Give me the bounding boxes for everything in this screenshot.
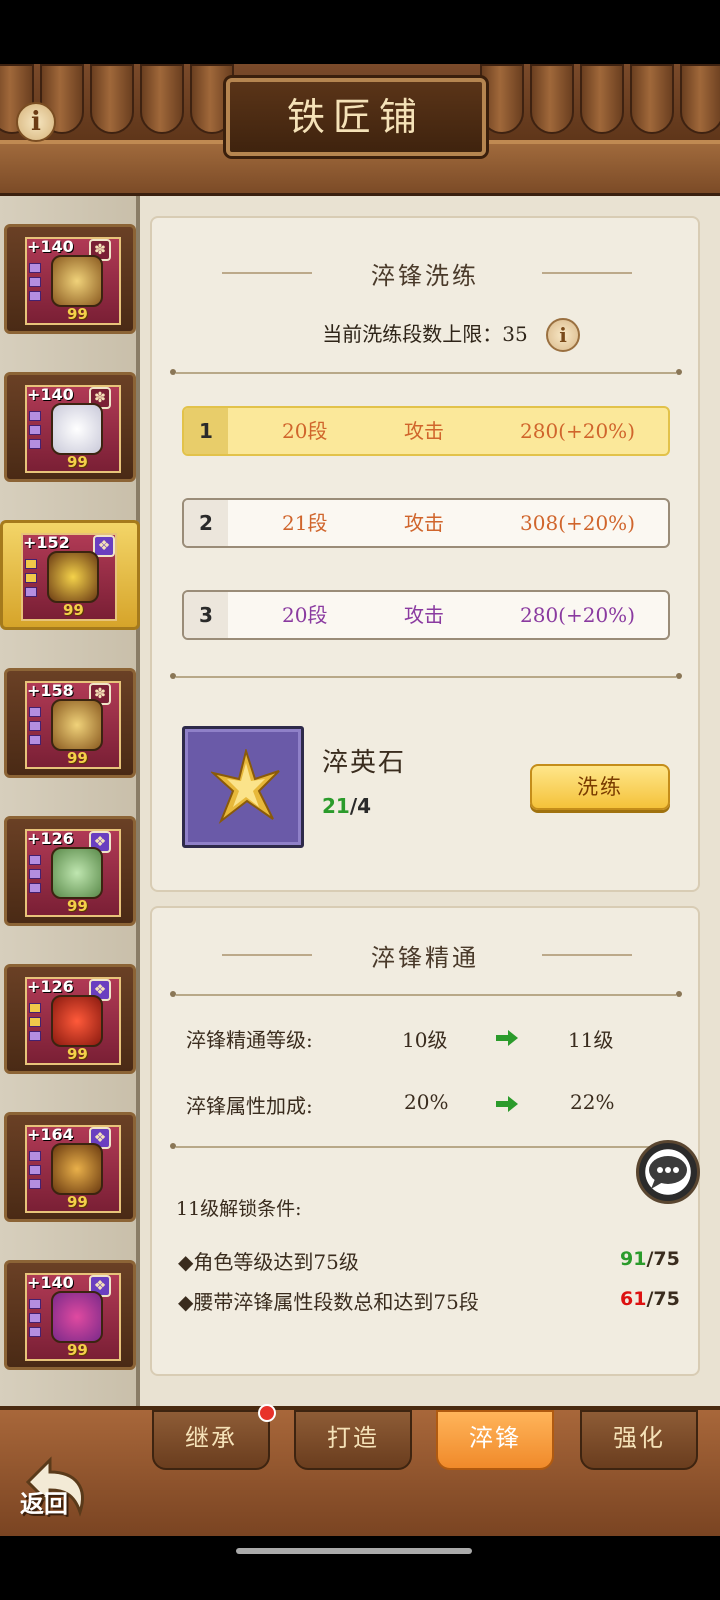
refine-title: 淬锋洗练: [371, 262, 479, 290]
divider: [170, 369, 682, 375]
refine-limit-label: 当前洗练段数上限：35: [322, 322, 528, 346]
star-count: 99: [67, 749, 88, 767]
arrow-right-icon: [496, 1096, 518, 1112]
crystal-icon: [211, 749, 280, 825]
mastery-title: 淬锋精通: [371, 944, 479, 972]
refine-row-2[interactable]: 2 21段 攻击 308(+20%): [182, 498, 670, 548]
chat-button[interactable]: [636, 1140, 700, 1204]
material-count: 21/4: [322, 794, 371, 818]
divider: [170, 991, 682, 997]
page-title: 铁匠铺: [286, 95, 425, 139]
notification-dot: [258, 1404, 276, 1422]
item-level: +140: [27, 385, 74, 404]
refine-row-3[interactable]: 3 20段 攻击 280(+20%): [182, 590, 670, 640]
bracer-icon: [51, 255, 103, 307]
row-number: 2: [184, 500, 228, 546]
condition-1-progress: 91/75: [620, 1248, 680, 1270]
star-count: 99: [67, 1045, 88, 1063]
row-attribute: 攻击: [404, 603, 444, 627]
tab-enhance[interactable]: 强化: [580, 1410, 698, 1470]
home-indicator[interactable]: [236, 1548, 472, 1554]
unlock-condition-2: ◆腰带淬锋属性段数总和达到75段: [178, 1290, 479, 1314]
equipment-slot-7[interactable]: +164 ❖ 99: [4, 1112, 136, 1222]
row-value: 280(+20%): [520, 603, 635, 627]
tab-inherit[interactable]: 继承: [152, 1410, 270, 1470]
equipment-sidebar: +140 ✽ 99 +140 ✽ 99 +152 ❖ 99 +158 ✽ 99 …: [0, 196, 140, 1406]
robe-icon: [51, 403, 103, 455]
star-count: 99: [63, 601, 84, 619]
row-number: 3: [184, 592, 228, 638]
star-count: 99: [67, 897, 88, 915]
mastery-bonus-current: 20%: [404, 1090, 449, 1114]
row-value: 308(+20%): [520, 511, 635, 535]
row-attribute: 攻击: [404, 511, 444, 535]
unlock-condition-1: ◆角色等级达到75级: [178, 1250, 359, 1274]
mastery-level-label: 淬锋精通等级:: [186, 1028, 313, 1052]
equipment-slot-6[interactable]: +126 ❖ 99: [4, 964, 136, 1074]
condition-current: 61: [620, 1288, 647, 1310]
system-nav-bar: [0, 1536, 720, 1600]
item-level: +140: [27, 237, 74, 256]
refine-row-1[interactable]: 1 20段 攻击 280(+20%): [182, 406, 670, 456]
divider: [170, 1143, 682, 1149]
boots-icon: [51, 699, 103, 751]
refine-button[interactable]: 洗练: [530, 764, 670, 810]
back-button-label[interactable]: 返回: [20, 1484, 68, 1519]
item-level: +126: [27, 829, 74, 848]
row-segments: 20段: [282, 603, 328, 627]
equipment-slot-8[interactable]: +140 ❖ 99: [4, 1260, 136, 1370]
item-level: +140: [27, 1273, 74, 1292]
divider: [170, 673, 682, 679]
condition-2-progress: 61/75: [620, 1288, 680, 1310]
row-attribute: 攻击: [404, 419, 444, 443]
mastery-level-next: 11级: [568, 1028, 614, 1052]
equipment-slot-3[interactable]: +152 ❖ 99: [0, 520, 140, 630]
unlock-title: 11级解锁条件:: [176, 1198, 302, 1220]
chat-bubble-icon: [649, 1156, 687, 1189]
condition-current: 91: [620, 1248, 647, 1270]
belt-icon: [47, 551, 99, 603]
title-plaque: 铁匠铺: [226, 78, 486, 156]
info-button[interactable]: i: [16, 102, 56, 142]
equipment-slot-5[interactable]: +126 ❖ 99: [4, 816, 136, 926]
star-count: 99: [67, 1193, 88, 1211]
condition-required: /75: [646, 1288, 680, 1310]
row-value: 280(+20%): [520, 419, 635, 443]
material-required: /4: [349, 794, 372, 818]
item-level: +126: [27, 977, 74, 996]
material-name: 淬英石: [322, 748, 407, 778]
mastery-level-current: 10级: [402, 1028, 448, 1052]
tab-temper[interactable]: 淬锋: [436, 1410, 554, 1470]
star-count: 99: [67, 453, 88, 471]
limit-info-icon[interactable]: i: [546, 318, 580, 352]
status-bar: [0, 0, 720, 64]
item-level: +164: [27, 1125, 74, 1144]
bracelet-icon: [51, 1143, 103, 1195]
condition-required: /75: [646, 1248, 680, 1270]
equipment-slot-4[interactable]: +158 ✽ 99: [4, 668, 136, 778]
item-level: +152: [23, 533, 70, 552]
material-owned: 21: [322, 794, 350, 818]
mastery-bonus-label: 淬锋属性加成:: [186, 1094, 313, 1118]
material-slot[interactable]: [182, 726, 304, 848]
row-segments: 21段: [282, 511, 328, 535]
star-count: 99: [67, 305, 88, 323]
arrow-right-icon: [496, 1030, 518, 1046]
row-segments: 20段: [282, 419, 328, 443]
equipment-slot-2[interactable]: +140 ✽ 99: [4, 372, 136, 482]
item-level: +158: [27, 681, 74, 700]
tab-forge[interactable]: 打造: [294, 1410, 412, 1470]
star-count: 99: [67, 1341, 88, 1359]
row-number: 1: [184, 408, 228, 454]
mastery-bonus-next: 22%: [570, 1090, 615, 1114]
necklace-icon: [51, 847, 103, 899]
ring-icon: [51, 1291, 103, 1343]
equipment-slot-1[interactable]: +140 ✽ 99: [4, 224, 136, 334]
amulet-icon: [51, 995, 103, 1047]
